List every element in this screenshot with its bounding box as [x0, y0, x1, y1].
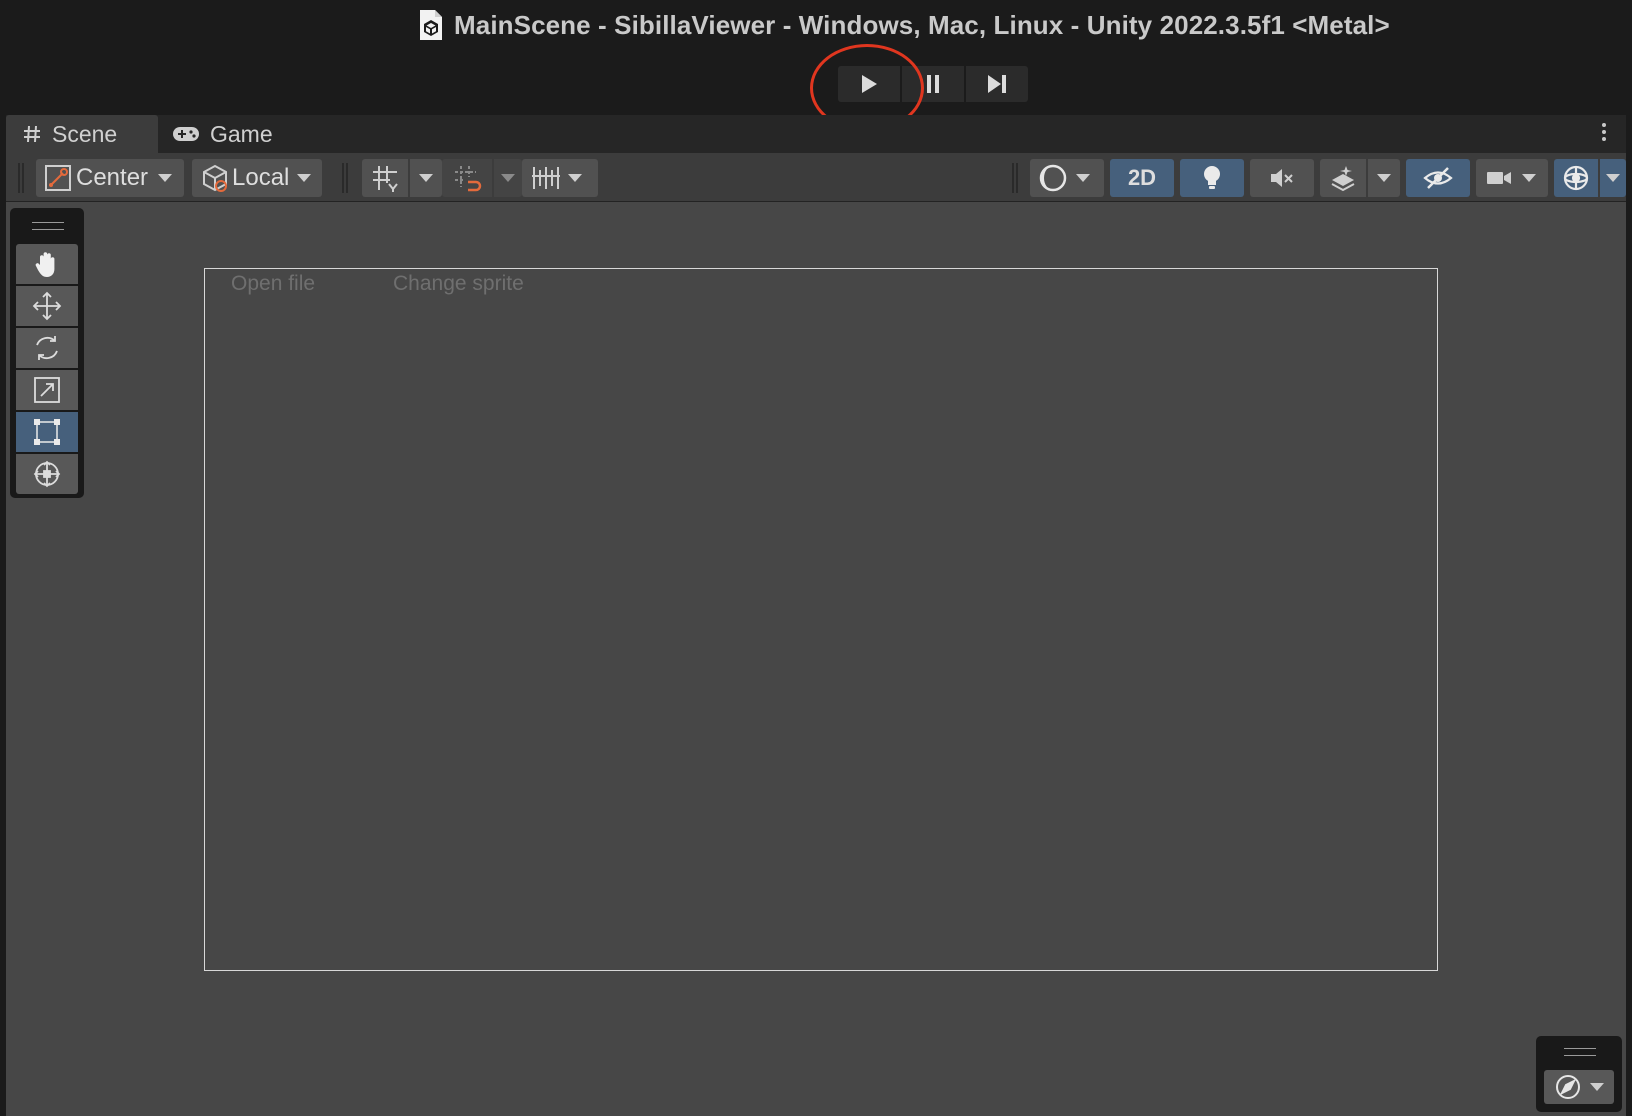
chevron-down-icon: [1522, 174, 1536, 182]
effects-dropdown[interactable]: [1368, 159, 1400, 197]
grid-snap-icon: [373, 166, 398, 192]
pivot-center-icon: [45, 165, 71, 191]
gizmos-dropdown[interactable]: [1600, 159, 1626, 197]
toolbar-grip: [342, 163, 348, 193]
grid-snap-button[interactable]: [362, 159, 408, 197]
effects-toggle[interactable]: [1320, 159, 1366, 197]
open-file-button[interactable]: Open file: [231, 272, 315, 296]
scale-tool-button[interactable]: [16, 370, 78, 410]
scene-visibility-icon: [1423, 167, 1453, 189]
pause-icon: [927, 75, 939, 93]
orientation-overlay: [1536, 1036, 1622, 1112]
overlay-grip[interactable]: [1564, 1048, 1596, 1056]
tab-game[interactable]: Game: [172, 115, 273, 153]
camera-dropdown[interactable]: [1476, 159, 1548, 197]
increment-snap-icon: [455, 166, 482, 192]
pivot-mode-dropdown[interactable]: Center: [36, 159, 184, 197]
play-button[interactable]: [838, 66, 900, 102]
camera-icon: [1487, 172, 1511, 184]
chevron-down-icon: [1606, 174, 1620, 182]
playmode-controls: [838, 66, 1028, 102]
audio-mute-icon: [1271, 169, 1293, 187]
audio-toggle[interactable]: [1250, 159, 1314, 197]
chevron-down-icon: [297, 174, 312, 182]
rotate-tool-button[interactable]: [16, 328, 78, 368]
rotate-icon: [36, 336, 58, 360]
canvas-bounds: [204, 268, 1438, 971]
toolbar-grip: [1012, 163, 1018, 193]
chevron-down-icon: [1076, 174, 1090, 182]
title-bar: MainScene - SibillaViewer - Windows, Mac…: [0, 0, 1632, 132]
unity-scene-icon: [420, 10, 442, 40]
gizmos-toggle[interactable]: [1554, 159, 1598, 197]
step-icon: [988, 75, 1006, 93]
increment-snap-dropdown[interactable]: [494, 159, 522, 197]
chevron-down-icon: [568, 174, 582, 182]
local-cube-icon: [203, 164, 227, 192]
tab-game-label: Game: [210, 120, 273, 147]
toggle-2d-label: 2D: [1127, 165, 1157, 190]
grid-snap-dropdown[interactable]: [410, 159, 442, 197]
change-sprite-button[interactable]: Change sprite: [393, 272, 524, 296]
grid-visibility-dropdown[interactable]: [522, 159, 598, 197]
pivot-rotation-dropdown[interactable]: Local: [192, 159, 322, 197]
chevron-down-icon: [1377, 174, 1391, 182]
pivot-mode-label: Center: [76, 164, 149, 191]
step-button[interactable]: [966, 66, 1028, 102]
rect-icon: [34, 419, 60, 445]
increment-snap-button[interactable]: [442, 159, 492, 197]
scale-icon: [34, 377, 60, 403]
toolbar-grip: [18, 163, 24, 193]
gizmos-icon: [1563, 165, 1589, 191]
compass-icon: [1556, 1075, 1580, 1099]
overlay-grip[interactable]: [32, 222, 64, 230]
chevron-down-icon: [158, 174, 173, 182]
gamepad-icon: [173, 127, 199, 141]
hash-icon: [24, 125, 40, 143]
rect-tool-button[interactable]: [16, 412, 78, 452]
window-title-group: MainScene - SibillaViewer - Windows, Mac…: [418, 8, 1390, 42]
lighting-toggle[interactable]: [1180, 159, 1244, 197]
tab-menu-kebab-icon[interactable]: [1600, 121, 1608, 147]
tab-bar: Scene Game: [6, 115, 1626, 153]
chevron-down-icon: [501, 174, 515, 182]
draw-mode-dropdown[interactable]: [1030, 159, 1104, 197]
move-icon: [32, 291, 62, 321]
transform-tool-button[interactable]: [16, 454, 78, 494]
chevron-down-icon: [419, 174, 433, 182]
grid-visibility-icon: [532, 167, 560, 189]
pause-button[interactable]: [902, 66, 964, 102]
tab-scene[interactable]: Scene: [6, 115, 158, 153]
scene-visibility-toggle[interactable]: [1406, 159, 1470, 197]
effects-icon: [1331, 166, 1355, 192]
hand-icon: [35, 252, 55, 277]
orientation-dropdown[interactable]: [1544, 1070, 1614, 1104]
window-title: MainScene - SibillaViewer - Windows, Mac…: [454, 9, 1390, 40]
transform-icon: [33, 460, 61, 488]
pivot-rotation-label: Local: [232, 164, 290, 191]
tools-overlay: [10, 208, 84, 498]
chevron-down-icon: [1590, 1083, 1604, 1091]
play-icon: [862, 75, 877, 93]
scene-toolbar: Center Local 2D: [6, 153, 1626, 202]
toggle-2d-button[interactable]: 2D: [1110, 159, 1174, 197]
hand-tool-button[interactable]: [16, 244, 78, 284]
lightbulb-icon: [1204, 166, 1220, 189]
tab-scene-label: Scene: [52, 120, 118, 147]
move-tool-button[interactable]: [16, 286, 78, 326]
draw-mode-icon: [1039, 164, 1067, 192]
